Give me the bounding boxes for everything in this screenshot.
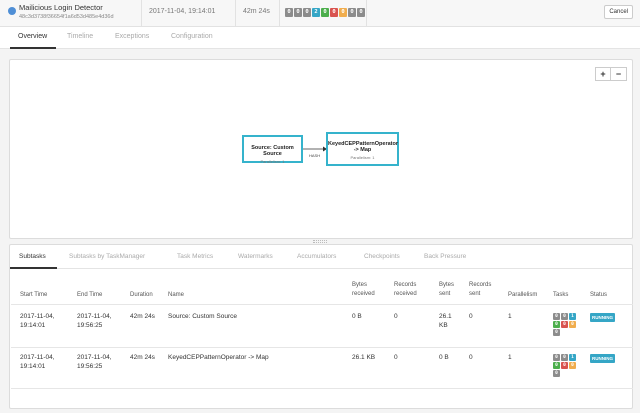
status-count-badge: 0: [285, 8, 293, 17]
node-title: KeyedCEPPatternOperator -> Map: [328, 141, 398, 153]
panel-resize-handle[interactable]: [313, 240, 327, 243]
job-status-counts: 0 0 0 2 0 0 0 0 0: [285, 8, 365, 17]
status-count-badge: 0: [330, 8, 338, 17]
header-divider: [235, 0, 236, 27]
job-id: 48c3d3738f36654f1a6d53d485e4d36d: [19, 14, 114, 20]
column-header-duration[interactable]: Duration: [130, 291, 153, 300]
header-divider: [366, 0, 367, 27]
row-start-time: 2017-11-04, 19:14:01: [20, 354, 55, 370]
job-graph-panel[interactable]: + − Source: Custom Source Parallelism: 1…: [9, 59, 633, 239]
task-count-badge: 0: [553, 321, 560, 328]
status-count-badge: 0: [321, 8, 329, 17]
node-parallelism: Parallelism: 1: [350, 155, 375, 160]
tab-exceptions[interactable]: Exceptions: [115, 33, 149, 40]
column-header-parallelism[interactable]: Parallelism: [508, 291, 537, 300]
row-end-time: 2017-11-04, 19:56:25: [77, 354, 112, 370]
column-header-tasks[interactable]: Tasks: [553, 291, 568, 300]
job-start-time: 2017-11-04, 19:14:01: [149, 8, 216, 15]
task-count-badge: 0: [561, 362, 568, 369]
job-name: Mailicious Login Detector: [19, 3, 103, 12]
active-subtab-indicator: [10, 267, 57, 269]
row-bytes-sent: 26.1 KB: [439, 313, 452, 329]
row-records-received: 0: [394, 354, 398, 361]
status-count-badge: 2: [312, 8, 320, 17]
subtab-checkpoints[interactable]: Checkpoints: [364, 253, 400, 260]
column-header-status[interactable]: Status: [590, 291, 607, 300]
row-records-sent: 0: [469, 313, 473, 320]
task-count-badge: 0: [553, 362, 560, 369]
column-header-end-time[interactable]: End Time: [77, 291, 102, 300]
row-name[interactable]: KeyedCEPPatternOperator -> Map: [168, 353, 269, 362]
cancel-job-button[interactable]: Cancel: [604, 5, 633, 19]
header-divider: [279, 0, 280, 27]
graph-node-source[interactable]: Source: Custom Source Parallelism: 1: [242, 135, 303, 164]
row-records-received: 0: [394, 313, 398, 320]
task-count-badge: 0: [569, 321, 576, 328]
row-end-time: 2017-11-04, 19:56:25: [77, 313, 112, 329]
column-header-bytes-sent[interactable]: Bytes sent: [439, 281, 461, 299]
table-divider: [11, 388, 633, 389]
task-count-badge: 0: [553, 370, 560, 377]
table-divider: [11, 347, 633, 348]
status-badge: RUNNING: [590, 313, 615, 322]
column-header-start-time[interactable]: Start Time: [20, 291, 47, 300]
node-title: Source: Custom Source: [251, 145, 294, 157]
vertex-subtabs: Subtasks Subtasks by TaskManager Task Me…: [10, 245, 632, 269]
job-header: Mailicious Login Detector 48c3d3738f3665…: [0, 0, 640, 27]
task-count-badge: 0: [553, 329, 560, 336]
tab-configuration[interactable]: Configuration: [171, 33, 213, 40]
row-task-counts: 0 0 1 0 0 0 0: [553, 354, 576, 377]
vertex-details-panel: Subtasks Subtasks by TaskManager Task Me…: [9, 244, 633, 409]
zoom-controls: + −: [595, 67, 627, 81]
subtab-task-metrics[interactable]: Task Metrics: [177, 253, 213, 260]
task-count-badge: 1: [569, 354, 576, 361]
task-count-badge: 0: [561, 313, 568, 320]
row-records-sent: 0: [469, 354, 473, 361]
column-header-bytes-received[interactable]: Bytes received: [352, 281, 384, 299]
column-header-records-sent[interactable]: Records sent: [469, 281, 499, 299]
row-name[interactable]: Source: Custom Source: [168, 312, 237, 321]
task-count-badge: 1: [569, 313, 576, 320]
tab-timeline[interactable]: Timeline: [67, 33, 93, 40]
row-bytes-sent: 0 B: [439, 354, 449, 361]
subtab-watermarks[interactable]: Watermarks: [238, 253, 273, 260]
active-tab-indicator: [10, 47, 56, 49]
row-duration: 42m 24s: [130, 313, 155, 320]
status-badge: RUNNING: [590, 354, 615, 363]
status-count-badge: 0: [303, 8, 311, 17]
row-parallelism: 1: [508, 354, 512, 361]
job-status-dot-icon: [8, 7, 16, 15]
job-duration: 42m 24s: [243, 8, 270, 15]
tab-overview[interactable]: Overview: [18, 33, 47, 40]
column-header-name[interactable]: Name: [168, 291, 184, 300]
task-count-badge: 0: [553, 354, 560, 361]
status-count-badge: 0: [357, 8, 365, 17]
task-count-badge: 0: [569, 362, 576, 369]
graph-edge-label: HASH: [309, 153, 321, 158]
status-count-badge: 0: [294, 8, 302, 17]
zoom-out-button[interactable]: −: [611, 67, 627, 81]
row-duration: 42m 24s: [130, 354, 155, 361]
subtab-subtasks[interactable]: Subtasks: [19, 253, 46, 260]
row-bytes-received: 26.1 KB: [352, 354, 376, 361]
subtab-subtasks-by-taskmanager[interactable]: Subtasks by TaskManager: [69, 253, 145, 260]
table-divider: [11, 304, 633, 305]
graph-node-cep-operator[interactable]: KeyedCEPPatternOperator -> Map Paralleli…: [326, 132, 399, 166]
node-parallelism: Parallelism: 1: [260, 159, 285, 164]
subtab-back-pressure[interactable]: Back Pressure: [424, 253, 466, 260]
task-count-badge: 0: [561, 354, 568, 361]
task-count-badge: 0: [553, 313, 560, 320]
zoom-in-button[interactable]: +: [595, 67, 611, 81]
subtab-accumulators[interactable]: Accumulators: [297, 253, 336, 260]
task-count-badge: 0: [561, 321, 568, 328]
job-tabs: Overview Timeline Exceptions Configurati…: [0, 27, 640, 49]
status-count-badge: 0: [348, 8, 356, 17]
status-count-badge: 0: [339, 8, 347, 17]
row-start-time: 2017-11-04, 19:14:01: [20, 313, 55, 329]
header-divider: [141, 0, 142, 27]
column-header-records-received[interactable]: Records received: [394, 281, 432, 299]
row-task-counts: 0 0 1 0 0 0 0: [553, 313, 576, 336]
row-bytes-received: 0 B: [352, 313, 362, 320]
row-parallelism: 1: [508, 313, 512, 320]
